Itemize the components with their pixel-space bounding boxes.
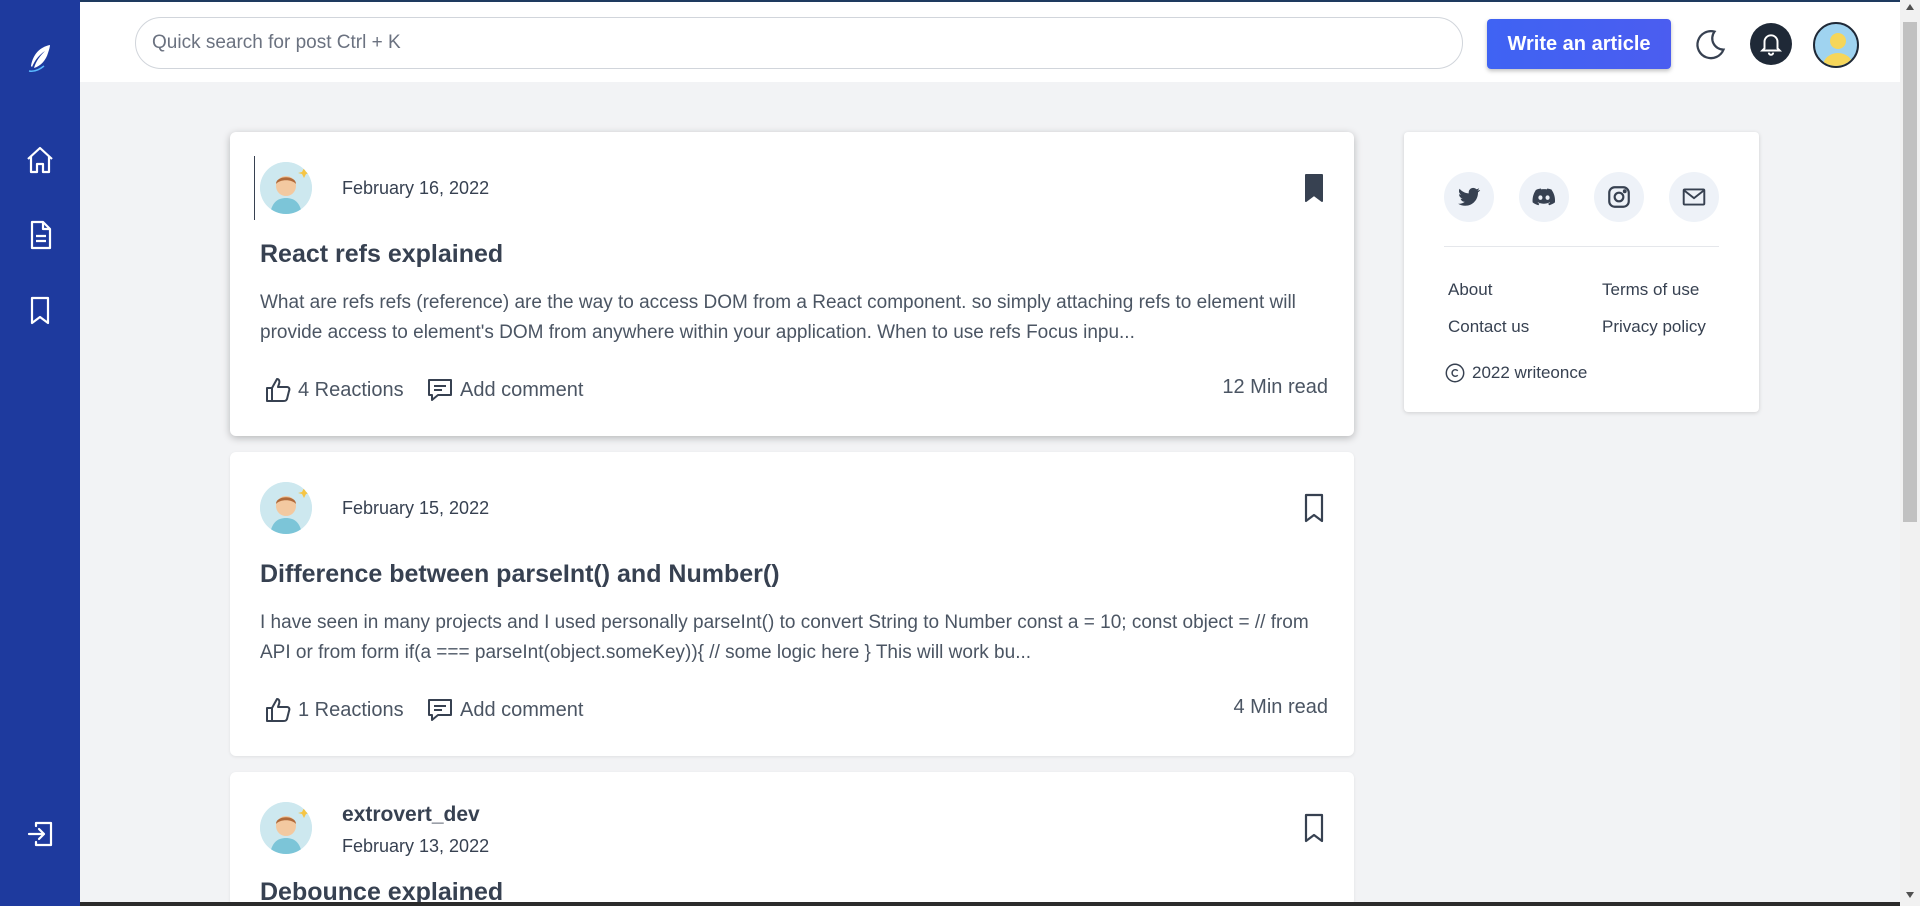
post-date: February 16, 2022 [342,178,490,198]
reactions-button[interactable]: 4 Reactions [264,376,404,404]
user-icon [1823,33,1853,66]
thumbs-up-icon [266,378,291,402]
avatar[interactable] [260,802,312,854]
bookmark-icon[interactable] [1300,812,1328,844]
post-title[interactable]: Difference between parseInt() and Number… [260,560,780,589]
instagram-button[interactable] [1594,172,1644,222]
bell-icon [1759,34,1783,56]
add-comment-label: Add comment [460,378,584,401]
about-link[interactable]: About [1448,280,1492,300]
top-header: Write an article [80,0,1900,82]
sidebar [0,0,80,906]
search-input[interactable] [135,17,1463,69]
comment-icon [428,699,452,721]
post-title[interactable]: React refs explained [260,240,503,269]
post-excerpt: What are refs refs (reference) are the w… [260,292,1296,343]
write-article-button[interactable]: Write an article [1487,19,1671,69]
user-avatar[interactable] [1813,22,1859,68]
read-time: 4 Min read [1233,696,1329,718]
add-comment-button[interactable]: Add comment [426,376,583,404]
window-edge [80,902,1900,906]
moon-icon [1696,30,1726,60]
thumbs-up-icon [266,698,291,722]
scroll-up-arrow[interactable] [1906,4,1914,10]
discord-button[interactable] [1519,172,1569,222]
post-date: February 13, 2022 [342,836,490,856]
bookmarks-icon[interactable] [22,292,58,328]
sidebar-panel: About Terms of use Contact us Privacy po… [1404,132,1759,412]
author-avatar-icon [260,162,312,214]
copyright-text: 2022 writeonce [1472,363,1588,382]
email-button[interactable] [1669,172,1719,222]
mail-icon [1682,188,1706,206]
post-card[interactable]: extrovert_dev February 13, 2022 Debounce… [230,772,1354,906]
author-avatar-icon [260,482,312,534]
comment-icon [428,379,452,401]
scroll-thumb[interactable] [1903,22,1917,522]
twitter-button[interactable] [1444,172,1494,222]
privacy-link[interactable]: Privacy policy [1602,317,1706,337]
discord-icon [1532,188,1556,206]
logout-icon[interactable] [22,816,58,852]
author-avatar-icon [260,802,312,854]
scroll-down-arrow[interactable] [1906,892,1914,898]
post-card[interactable]: February 15, 2022 Difference between par… [230,452,1354,756]
copyright-icon [1445,363,1465,383]
dark-mode-toggle[interactable] [1692,26,1728,62]
avatar[interactable] [260,162,312,214]
document-icon[interactable] [22,217,58,253]
scrollbar[interactable] [1900,0,1920,906]
contact-link[interactable]: Contact us [1448,317,1529,337]
instagram-icon [1608,186,1630,208]
post-author[interactable]: extrovert_dev [342,803,480,827]
add-comment-button[interactable]: Add comment [426,696,583,724]
bookmark-filled-icon[interactable] [1300,172,1328,204]
bookmark-icon[interactable] [1300,492,1328,524]
avatar[interactable] [260,482,312,534]
divider [1444,246,1719,247]
reactions-label: 1 Reactions [298,698,404,721]
reactions-label: 4 Reactions [298,378,404,401]
post-excerpt: I have seen in many projects and I used … [260,612,1309,663]
add-comment-label: Add comment [460,698,584,721]
home-icon[interactable] [22,142,58,178]
logo-feather-icon[interactable] [22,40,58,76]
notifications-button[interactable] [1750,23,1792,65]
twitter-icon [1458,187,1481,206]
post-card[interactable]: February 16, 2022 React refs explained W… [230,132,1354,436]
reactions-button[interactable]: 1 Reactions [264,696,404,724]
focus-caret [254,156,255,220]
feather-icon [28,45,50,72]
terms-link[interactable]: Terms of use [1602,280,1699,300]
post-date: February 15, 2022 [342,498,490,518]
read-time: 12 Min read [1222,376,1328,398]
copyright: 2022 writeonce [1444,362,1587,384]
